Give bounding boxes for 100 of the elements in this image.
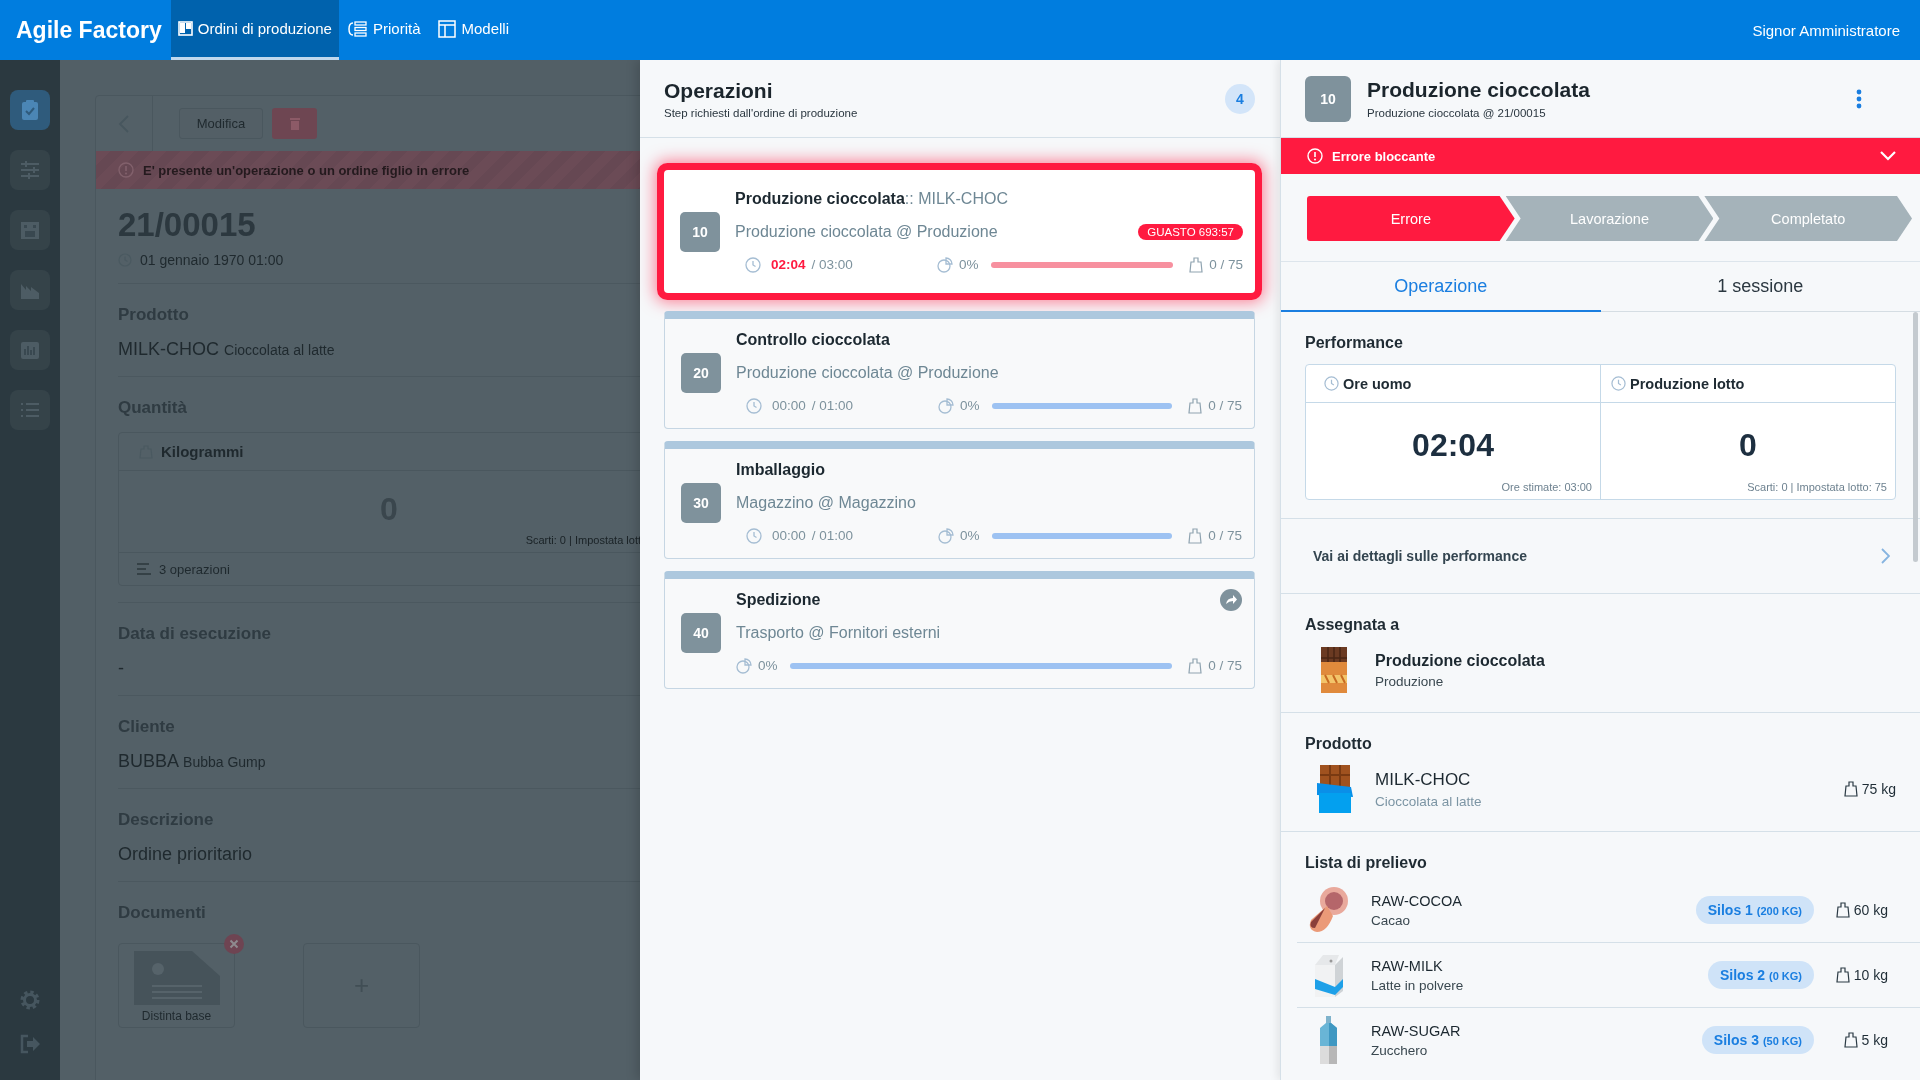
weight-icon [1188,527,1203,544]
panel-subtitle: Step richiesti dall'ordine di produzione [664,106,858,119]
operation-location: Produzione cioccolata @ Produzione [736,363,999,382]
chevron-right-icon [1881,548,1890,564]
step-number: 30 [681,482,721,523]
operation-subtitle: Produzione cioccolata @ 21/00015 [1367,107,1547,119]
step-number: 20 [681,352,721,393]
error-message: E' presente un'operazione o un ordine figlio in errore [143,162,470,178]
pie-icon [736,657,752,674]
progress-percent: 0% [959,257,979,272]
weight-icon [1188,397,1203,414]
chevron-down-icon [1880,151,1896,161]
time-planned: / 03:00 [811,257,853,272]
nav-tab[interactable]: Priorità [338,0,430,60]
sliders-icon [18,158,42,182]
product-name: Cioccolata al latte [224,342,335,358]
material-code: RAW-COCOA [1371,892,1464,909]
sidebar-nav-button[interactable] [10,390,50,430]
section-title: Performance [1305,334,1404,352]
operation-card[interactable]: 30 Imballaggio Magazzino @ Magazzino 00:00 / 01:00 0% 0 / 75 [664,441,1255,559]
section-title: Assegnata a [1305,616,1401,634]
section-title: Prodotto [1305,735,1373,753]
panel-title: Operazioni [664,78,774,103]
sidebar-nav-button[interactable] [10,210,50,250]
operation-card[interactable]: 40 Spedizione Trasporto @ Fornitori esterni 0% 0 / 75 [664,571,1255,689]
document-tile[interactable]: Distinta base [118,943,235,1028]
detail-tab[interactable]: Operazione [1281,262,1601,312]
weight-icon [1843,781,1858,797]
error-banner[interactable]: Errore bloccante [1281,138,1920,174]
silo-badge: Silos 3 (50 KG) [1701,1026,1814,1054]
document-name: Distinta base [141,1009,212,1023]
material-code: RAW-SUGAR [1371,1022,1462,1039]
list-icon [137,563,151,575]
material-quantity: 60 kg [1853,902,1888,918]
workcenter-type: Produzione [1375,673,1445,689]
edit-button[interactable]: Modifica [179,108,263,139]
product-code: MILK-CHOC [1375,769,1472,790]
nav-tab[interactable]: Modelli [429,0,518,60]
status-step: Lavorazione [1505,196,1714,241]
clock-icon [1611,376,1626,391]
operation-title: Produzione cioccolata [1367,78,1591,102]
time-spent: 00:00 [772,528,806,543]
clock-icon [1324,376,1339,391]
step-number: 10 [1305,75,1351,122]
share-icon[interactable] [1220,588,1242,611]
settings-icon[interactable] [18,988,42,1012]
weight-icon [1188,657,1203,674]
weight-icon [1835,967,1850,983]
pie-icon [938,527,954,544]
quantity-count: 0 / 75 [1208,658,1242,673]
detail-tab[interactable]: 1 sessione [1600,262,1920,312]
status-step: Completato [1704,196,1912,241]
nav-tab[interactable]: Ordini di produzione [170,0,339,60]
quantity-count: 0 / 75 [1208,398,1242,413]
operation-card[interactable]: 20 Controllo cioccolata Produzione cioccolata @ Produzione 00:00 / 01:00 0% 0 / 75 [664,311,1255,429]
quantity-note: Scarti: 0 | Impostata lott [524,534,640,548]
material-name: Latte in polvere [1371,977,1465,993]
time-planned: / 01:00 [811,398,854,413]
scrollbar[interactable] [1913,312,1918,562]
material-quantity: 10 kg [1853,967,1888,983]
more-icon[interactable] [1856,88,1862,109]
material-name: Cacao [1371,912,1412,928]
unit-label: Kilogrammi [161,443,244,460]
sidebar-nav-button[interactable] [10,150,50,190]
field-value: - [118,658,125,679]
app-title: Agile Factory [15,16,163,44]
operations-count: 3 operazioni [159,561,230,577]
alert-icon [118,162,134,178]
delete-button[interactable] [272,108,317,139]
status-step: Errore [1307,196,1515,241]
metric-note: Scarti: 0 | Impostata lotto: 75 [1746,481,1888,495]
order-date: 01 gennaio 1970 01:00 [140,252,284,268]
step-number: 10 [680,211,720,252]
user-name[interactable]: Signor Amministratore [1752,21,1920,39]
customer-name: Bubba Gump [183,754,266,770]
board-icon [177,21,193,36]
time-spent: 02:04 [771,257,806,272]
clock-icon [746,527,762,544]
layout-icon [438,19,457,38]
logout-icon[interactable] [18,1032,42,1056]
customer-code: BUBBA [118,751,179,771]
sidebar-nav-button[interactable] [10,270,50,310]
metric-label: Ore uomo [1343,375,1412,392]
sidebar-nav-button[interactable] [10,90,50,130]
weight-icon [1843,1032,1858,1048]
weight-icon [1835,902,1850,918]
material-quantity: 5 kg [1861,1032,1888,1048]
sidebar-nav-button[interactable] [10,330,50,370]
time-spent: 00:00 [772,398,806,413]
operation-location: Trasporto @ Fornitori esterni [736,623,941,642]
operation-title: Spedizione [736,590,821,609]
weight-icon [1189,256,1204,273]
progress-percent: 0% [758,658,778,673]
clock-icon [746,397,762,414]
metric-value: 0 [1738,426,1758,465]
progress-percent: 0% [960,528,980,543]
alert-icon [1307,148,1323,164]
remove-icon[interactable] [224,934,244,954]
workcenter-name: Produzione cioccolata [1375,651,1545,670]
quantity-count: 0 / 75 [1208,528,1242,543]
